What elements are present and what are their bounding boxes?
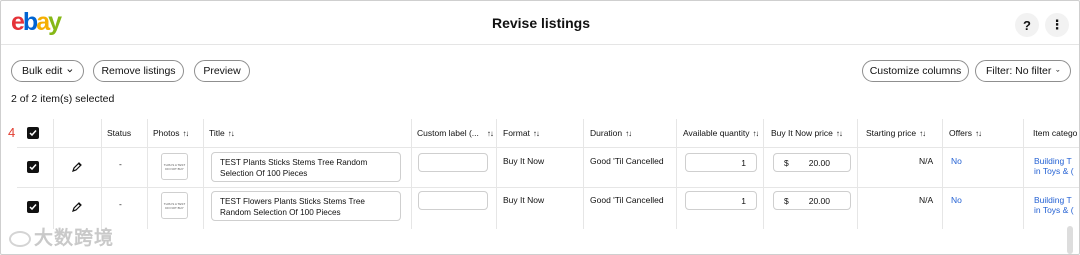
sort-icon: ↑↓ (486, 128, 493, 138)
column-header-format[interactable]: Format ↑↓ (503, 119, 539, 147)
currency-symbol: $ (784, 195, 789, 206)
starting-price-value: N/A (919, 195, 934, 205)
preview-label: Preview (203, 65, 241, 77)
photo-caption: THIS IS A TEST DO NOT BUY (163, 163, 186, 171)
format-header-label: Format (503, 128, 530, 138)
checkmark-icon (29, 130, 37, 137)
sort-icon: ↑↓ (532, 128, 539, 138)
format-value: Buy It Now (503, 156, 545, 166)
listing-photo[interactable]: THIS IS A TEST DO NOT BUY (161, 153, 188, 180)
starting-price-header-label: Starting price (866, 128, 917, 138)
filter-label: Filter: No filter (986, 65, 1052, 77)
title-field[interactable]: TEST Plants Sticks Stems Tree Random Sel… (211, 152, 401, 182)
quantity-input[interactable]: 1 (685, 191, 757, 210)
table-row: - THIS IS A TEST DO NOT BUY TEST Plants … (17, 148, 1079, 187)
chevron-down-icon (67, 69, 73, 73)
sort-icon: ↑↓ (227, 128, 234, 138)
bulk-edit-button[interactable]: Bulk edit (11, 60, 84, 82)
status-header-label: Status (107, 128, 132, 138)
title-field[interactable]: TEST Flowers Plants Sticks Stems Tree Ra… (211, 191, 401, 221)
pencil-icon[interactable] (71, 161, 83, 173)
price-input[interactable]: $ 20.00 (773, 153, 851, 172)
table-row: - THIS IS A TEST DO NOT BUY TEST Flowers… (17, 188, 1079, 229)
duration-value: Good 'Til Cancelled (590, 195, 664, 205)
column-header-status: Status (107, 119, 131, 147)
format-value: Buy It Now (503, 195, 545, 205)
sort-icon: ↑↓ (835, 128, 842, 138)
page-title: Revise listings (491, 15, 591, 31)
watermark-logo-icon (9, 230, 31, 247)
checkmark-icon (29, 204, 37, 211)
remove-listings-button[interactable]: Remove listings (93, 60, 184, 82)
sort-icon: ↑↓ (182, 128, 189, 138)
watermark-text: 大数跨境 (34, 228, 115, 249)
pencil-icon[interactable] (71, 201, 83, 213)
column-header-custom-label[interactable]: Custom label (... ↑↓ (417, 119, 493, 147)
more-vertical-icon: ⋮ (1050, 17, 1064, 32)
category-link[interactable]: Building T (1034, 195, 1072, 205)
custom-label-header-label: Custom label (... (417, 128, 479, 138)
status-value: - (119, 199, 122, 209)
revise-listings-window: ebay Revise listings ? ⋮ Bulk edit Remov… (0, 0, 1080, 255)
starting-price-value: N/A (919, 156, 934, 166)
item-category-header-label: Item catego (1033, 128, 1078, 138)
column-header-title[interactable]: Title ↑↓ (209, 119, 234, 147)
sort-icon: ↑↓ (975, 128, 981, 138)
category-link-line2[interactable]: in Toys & ( (1034, 205, 1074, 215)
category-link-line2[interactable]: in Toys & ( (1034, 166, 1074, 176)
column-header-offers[interactable]: Offers ↑↓ (949, 119, 981, 147)
column-header-photos[interactable]: Photos ↑↓ (153, 119, 188, 147)
listings-table: Status Photos ↑↓ Title ↑↓ Custom label (..… (17, 119, 1079, 229)
chevron-down-icon (1056, 69, 1060, 72)
duration-header-label: Duration (590, 128, 623, 138)
custom-label-field[interactable] (418, 153, 488, 172)
custom-label-field[interactable] (418, 191, 488, 210)
sort-icon: ↑↓ (919, 128, 926, 138)
watermark: 大数跨境 (9, 223, 114, 250)
quantity-header-label: Available quantity (683, 128, 750, 138)
page-header: ebay Revise listings ? ⋮ (1, 1, 1079, 45)
customize-columns-label: Customize columns (869, 65, 962, 77)
price-header-label: Buy It Now price (771, 128, 833, 138)
status-value: - (119, 159, 122, 169)
column-header-duration[interactable]: Duration ↑↓ (590, 119, 631, 147)
row-checkbox[interactable] (27, 201, 39, 213)
offers-link[interactable]: No (951, 156, 962, 166)
vertical-scrollbar[interactable] (1067, 226, 1073, 254)
offers-header-label: Offers (949, 128, 972, 138)
title-header-label: Title (209, 128, 225, 138)
bulk-edit-label: Bulk edit (22, 65, 63, 77)
help-icon: ? (1023, 17, 1031, 33)
row-marker: 4 (8, 125, 16, 140)
more-options-button[interactable]: ⋮ (1045, 13, 1069, 37)
preview-button[interactable]: Preview (194, 60, 250, 82)
select-all-checkbox[interactable] (27, 127, 39, 139)
price-value: 20.00 (808, 195, 830, 206)
filter-dropdown[interactable]: Filter: No filter (975, 60, 1071, 82)
offers-link[interactable]: No (951, 195, 962, 205)
checkmark-icon (29, 164, 37, 171)
column-header-buy-it-now-price[interactable]: Buy It Now price ↑↓ (771, 119, 842, 147)
category-link[interactable]: Building T (1034, 156, 1072, 166)
selection-count: 2 of 2 item(s) selected (11, 93, 115, 105)
duration-value: Good 'Til Cancelled (590, 156, 664, 166)
price-value: 20.00 (808, 157, 830, 168)
currency-symbol: $ (784, 157, 789, 168)
sort-icon: ↑↓ (752, 128, 759, 138)
photo-caption: THIS IS A TEST DO NOT BUY (163, 202, 186, 210)
photos-header-label: Photos (153, 128, 180, 138)
listing-photo[interactable]: THIS IS A TEST DO NOT BUY (161, 192, 188, 219)
help-button[interactable]: ? (1015, 13, 1039, 37)
row-checkbox[interactable] (27, 161, 39, 173)
sort-icon: ↑↓ (625, 128, 632, 138)
column-header-available-quantity[interactable]: Available quantity ↑↓ (683, 119, 758, 147)
column-header-item-category[interactable]: Item catego (1033, 119, 1077, 147)
quantity-input[interactable]: 1 (685, 153, 757, 172)
column-header-starting-price[interactable]: Starting price ↑↓ (866, 119, 925, 147)
remove-listings-label: Remove listings (101, 65, 176, 77)
customize-columns-button[interactable]: Customize columns (862, 60, 969, 82)
price-input[interactable]: $ 20.00 (773, 191, 851, 210)
